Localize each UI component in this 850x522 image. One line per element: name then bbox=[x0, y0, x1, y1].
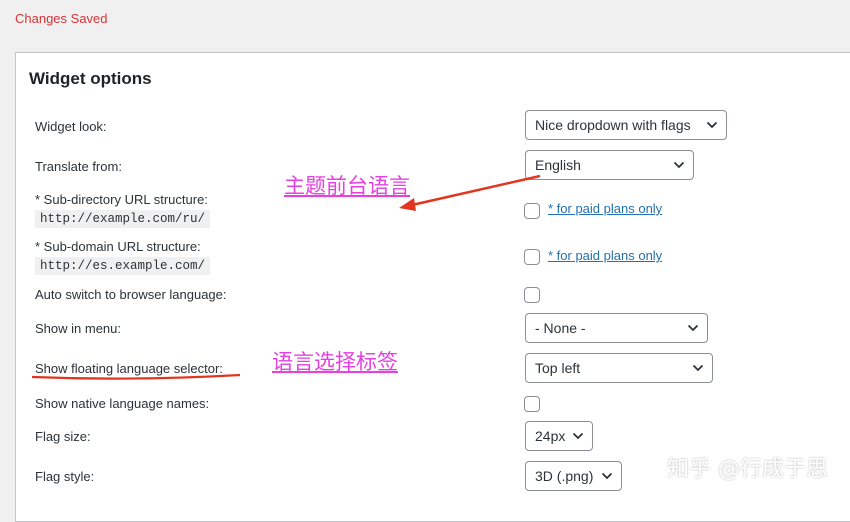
widget-look-value: Nice dropdown with flags bbox=[535, 117, 691, 133]
subdomain-paid-plans-link[interactable]: * for paid plans only bbox=[548, 248, 662, 263]
flag-style-select[interactable]: 3D (.png) bbox=[525, 461, 622, 491]
panel-title: Widget options bbox=[29, 69, 152, 88]
subdomain-example: http://es.example.com/ bbox=[35, 257, 211, 275]
floating-selector-label: Show floating language selector: bbox=[35, 361, 223, 376]
floating-selector-value: Top left bbox=[535, 360, 581, 376]
flag-style-value: 3D (.png) bbox=[535, 468, 594, 484]
subdirectory-label-text: * Sub-directory URL structure: bbox=[35, 192, 208, 207]
subdirectory-label: * Sub-directory URL structure: http://ex… bbox=[35, 192, 211, 228]
changes-saved-notice: Changes Saved bbox=[15, 11, 108, 26]
chevron-down-icon bbox=[572, 432, 584, 440]
show-in-menu-value: - None - bbox=[535, 320, 586, 336]
translate-from-select[interactable]: English bbox=[525, 150, 694, 180]
subdomain-checkbox[interactable] bbox=[524, 249, 540, 265]
chevron-down-icon bbox=[692, 364, 704, 372]
native-names-label: Show native language names: bbox=[35, 396, 210, 411]
watermark: 知乎 @行成于思 bbox=[667, 457, 828, 482]
chevron-down-icon bbox=[601, 472, 613, 480]
subdomain-label: * Sub-domain URL structure: http://es.ex… bbox=[35, 239, 211, 275]
subdirectory-checkbox[interactable] bbox=[524, 203, 540, 219]
flag-style-label: Flag style: bbox=[35, 469, 95, 484]
flag-size-select[interactable]: 24px bbox=[525, 421, 593, 451]
chevron-down-icon bbox=[687, 324, 699, 332]
chevron-down-icon bbox=[673, 161, 685, 169]
translate-from-label: Translate from: bbox=[35, 159, 122, 174]
flag-size-value: 24px bbox=[535, 428, 566, 444]
show-in-menu-label: Show in menu: bbox=[35, 321, 121, 336]
floating-selector-select[interactable]: Top left bbox=[525, 353, 713, 383]
native-names-checkbox[interactable] bbox=[524, 396, 540, 412]
widget-look-select[interactable]: Nice dropdown with flags bbox=[525, 110, 727, 140]
subdirectory-paid-plans-link[interactable]: * for paid plans only bbox=[548, 201, 662, 216]
flag-size-label: Flag size: bbox=[35, 429, 91, 444]
chevron-down-icon bbox=[706, 121, 718, 129]
theme-language-annotation: 主题前台语言 bbox=[284, 174, 410, 198]
widget-look-label: Widget look: bbox=[35, 119, 107, 134]
show-in-menu-select[interactable]: - None - bbox=[525, 313, 708, 343]
selector-tag-annotation: 语言选择标签 bbox=[272, 350, 398, 374]
translate-from-value: English bbox=[535, 157, 581, 173]
subdomain-label-text: * Sub-domain URL structure: bbox=[35, 239, 201, 254]
subdirectory-example: http://example.com/ru/ bbox=[35, 210, 211, 228]
auto-switch-label: Auto switch to browser language: bbox=[35, 287, 227, 302]
auto-switch-checkbox[interactable] bbox=[524, 287, 540, 303]
